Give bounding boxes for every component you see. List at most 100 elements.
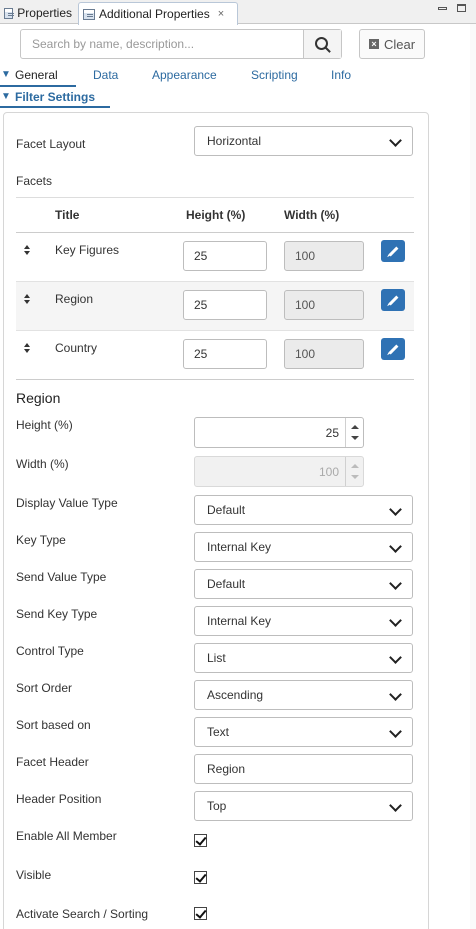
tab-info[interactable]: Info (331, 68, 351, 82)
display-value-type-value: Default (207, 503, 246, 517)
facet-width-input: 100 (284, 241, 364, 271)
key-type-select[interactable]: Internal Key (194, 532, 413, 562)
stepper-down-icon[interactable] (351, 436, 359, 440)
facets-label: Facets (16, 174, 53, 188)
send-key-type-value: Internal Key (207, 614, 272, 628)
chevron-down-icon (389, 725, 402, 738)
edit-facet-button[interactable] (381, 240, 405, 262)
additional-properties-view-icon (83, 8, 95, 20)
key-type-label: Key Type (16, 533, 66, 547)
display-value-type-select[interactable]: Default (194, 495, 413, 525)
reorder-icon[interactable] (24, 245, 31, 255)
enable-all-member-checkbox[interactable] (194, 834, 207, 847)
section-title: Filter Settings (15, 90, 96, 104)
reorder-icon[interactable] (24, 343, 31, 353)
vertical-scrollbar[interactable] (470, 24, 476, 929)
facet-header-input[interactable]: Region (194, 754, 413, 784)
search-input[interactable] (21, 30, 303, 58)
section-underline (0, 106, 110, 108)
facet-height-input[interactable]: 25 (183, 290, 267, 320)
clear-button[interactable]: × Clear (359, 29, 425, 59)
header-position-select[interactable]: Top (194, 791, 413, 821)
width-value: 100 (318, 465, 339, 479)
sort-based-on-value: Text (207, 725, 230, 739)
edit-facet-button[interactable] (381, 289, 405, 311)
facet-height-input[interactable]: 25 (183, 241, 267, 271)
width-label: Width (%) (16, 457, 69, 471)
table-row: Country 25 100 (16, 331, 414, 380)
facet-layout-label: Facet Layout (16, 137, 86, 151)
clear-icon: × (368, 39, 379, 49)
search-button[interactable] (303, 30, 341, 58)
facet-title: Key Figures (55, 243, 120, 257)
send-value-type-select[interactable]: Default (194, 569, 413, 599)
view-window-controls (438, 4, 466, 12)
clear-button-label: Clear (383, 36, 416, 52)
width-stepper: 100 (194, 456, 364, 487)
facet-title: Region (55, 292, 94, 306)
stepper-buttons (345, 418, 363, 447)
visible-label: Visible (16, 868, 52, 882)
chevron-down-icon: ▼ (1, 91, 11, 102)
column-header-width: Width (%) (284, 208, 340, 222)
stepper-up-icon[interactable] (351, 425, 359, 429)
chevron-down-icon: ▼ (1, 69, 11, 80)
tab-additional-properties-label: Additional Properties (99, 7, 210, 21)
tab-properties[interactable]: Properties (0, 2, 76, 24)
pencil-icon (388, 246, 398, 256)
sort-based-on-select[interactable]: Text (194, 717, 413, 747)
minimize-icon[interactable] (438, 7, 447, 10)
sort-order-select[interactable]: Ascending (194, 680, 413, 710)
facet-height-input[interactable]: 25 (183, 339, 267, 369)
tab-scripting[interactable]: Scripting (251, 68, 298, 82)
send-key-type-select[interactable]: Internal Key (194, 606, 413, 636)
facet-header-value: Region (207, 762, 246, 776)
header-position-label: Header Position (16, 792, 102, 806)
sort-based-on-label: Sort based on (16, 718, 91, 732)
tab-properties-label: Properties (17, 6, 72, 20)
properties-view-icon (4, 7, 15, 19)
facet-layout-select[interactable]: Horizontal (194, 126, 413, 156)
control-type-select[interactable]: List (194, 643, 413, 673)
section-header-filter-settings[interactable]: ▼ Filter Settings (0, 88, 112, 108)
stepper-up-icon (351, 464, 359, 468)
search-box (20, 29, 342, 59)
maximize-icon[interactable] (457, 4, 466, 12)
tab-additional-properties[interactable]: Additional Properties × (78, 2, 238, 25)
tab-general[interactable]: General (15, 68, 58, 82)
reorder-icon[interactable] (24, 294, 31, 304)
facet-header-label: Facet Header (16, 755, 89, 769)
chevron-down-icon (389, 614, 402, 627)
facet-width-input: 100 (284, 339, 364, 369)
category-tabs: ▼ General Data Appearance Scripting Info (0, 66, 476, 87)
active-tab-underline (0, 85, 76, 87)
send-value-type-value: Default (207, 577, 246, 591)
table-row: Region 25 100 (16, 282, 414, 331)
key-type-value: Internal Key (207, 540, 272, 554)
sort-order-value: Ascending (207, 688, 264, 702)
send-value-type-label: Send Value Type (16, 570, 107, 584)
close-tab-icon[interactable]: × (218, 8, 224, 20)
control-type-value: List (207, 651, 226, 665)
column-header-title: Title (55, 208, 80, 222)
facet-layout-value: Horizontal (207, 134, 262, 148)
chevron-down-icon (389, 651, 402, 664)
divider (16, 379, 414, 380)
chevron-down-icon (389, 540, 402, 553)
height-value: 25 (325, 426, 339, 440)
stepper-down-icon (351, 475, 359, 479)
chevron-down-icon (389, 134, 402, 147)
divider (16, 197, 414, 198)
edit-facet-button[interactable] (381, 338, 405, 360)
chevron-down-icon (389, 799, 402, 812)
tab-data[interactable]: Data (93, 68, 118, 82)
activate-search-sorting-checkbox[interactable] (194, 907, 207, 920)
control-type-label: Control Type (16, 644, 84, 658)
pencil-icon (388, 344, 398, 354)
tab-appearance[interactable]: Appearance (152, 68, 217, 82)
display-value-type-label: Display Value Type (16, 496, 118, 510)
enable-all-member-label: Enable All Member (16, 829, 117, 843)
region-heading: Region (16, 390, 61, 406)
height-stepper[interactable]: 25 (194, 417, 364, 448)
visible-checkbox[interactable] (194, 871, 207, 884)
